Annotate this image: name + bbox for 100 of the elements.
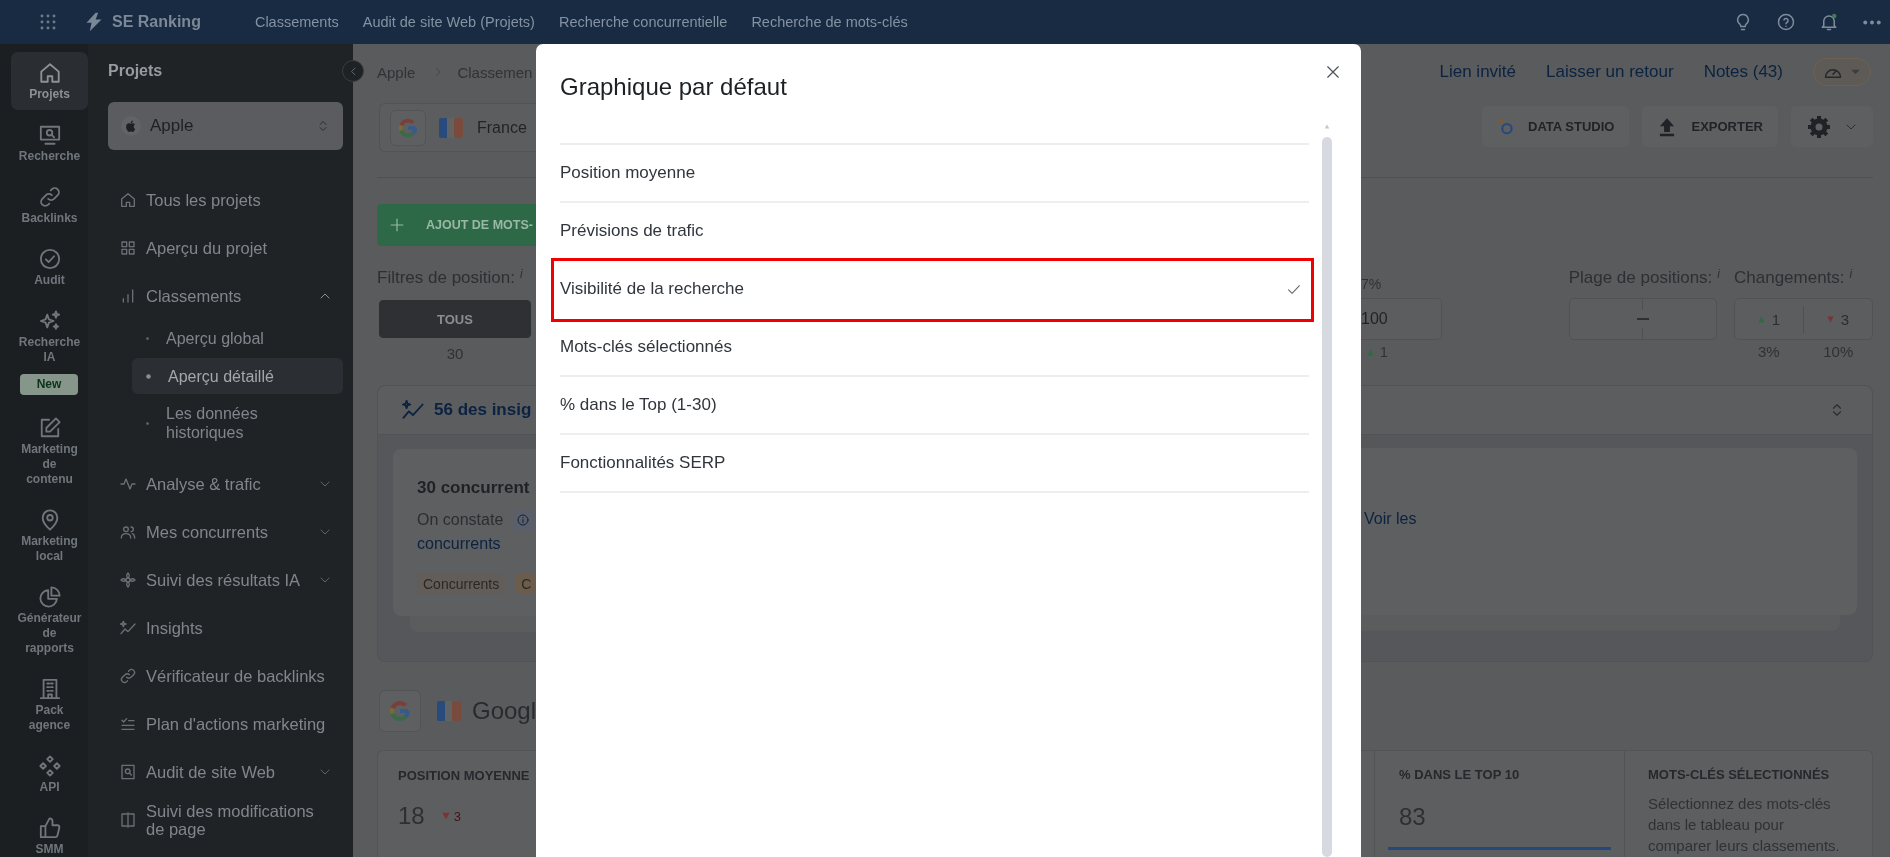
sidebar-title: Projets bbox=[108, 61, 163, 81]
lightbulb-icon[interactable] bbox=[1734, 13, 1752, 31]
bullet-icon bbox=[146, 373, 151, 379]
sidebar-item[interactable]: Classements bbox=[108, 272, 343, 320]
sidebar-subitem[interactable]: Les données historiques bbox=[132, 396, 343, 450]
building-icon bbox=[38, 678, 61, 700]
rail-item[interactable]: Projets bbox=[11, 52, 88, 110]
bullet-icon bbox=[146, 336, 149, 340]
sidebar-item[interactable]: Tous les projets bbox=[108, 176, 343, 224]
new-badge: New bbox=[20, 374, 78, 395]
pulse-icon bbox=[120, 476, 136, 492]
bullet-icon bbox=[146, 421, 149, 425]
sidebar-item[interactable]: Aperçu du projet bbox=[108, 224, 343, 272]
chart-option[interactable]: Fonctionnalités SERP bbox=[560, 435, 1309, 493]
sidebar-item[interactable]: Insights bbox=[108, 604, 343, 652]
chevron-left-icon bbox=[348, 66, 358, 76]
chart-option[interactable]: Position moyenne bbox=[560, 145, 1309, 203]
rail-item[interactable]: Marketing de contenu bbox=[11, 407, 88, 495]
nav-link[interactable]: Recherche de mots-clés bbox=[751, 14, 908, 30]
speed-menu-button[interactable] bbox=[1813, 58, 1871, 86]
nav-link[interactable]: Audit de site Web (Projets) bbox=[362, 14, 535, 30]
link-icon bbox=[120, 668, 136, 684]
header-link[interactable]: Laisser un retour bbox=[1546, 62, 1674, 82]
nav-link[interactable]: Classements bbox=[254, 14, 339, 30]
home-icon bbox=[120, 192, 136, 208]
sidebar-item[interactable]: Audit de site Web bbox=[108, 748, 343, 796]
sparkles-icon bbox=[38, 310, 61, 332]
toolbar-button[interactable]: DATA STUDIO bbox=[1482, 106, 1630, 147]
scrollbar[interactable] bbox=[1322, 137, 1332, 857]
info-icon bbox=[517, 514, 530, 526]
nav-link[interactable]: Recherche concurrentielle bbox=[558, 14, 728, 30]
home-icon bbox=[38, 62, 61, 84]
dialog-title: Graphique par défaut bbox=[560, 72, 787, 102]
search-page-icon bbox=[120, 764, 136, 780]
diamonds-icon bbox=[38, 755, 61, 777]
plus-icon bbox=[390, 218, 404, 232]
close-icon bbox=[1326, 65, 1340, 79]
expand-collapse-icon[interactable] bbox=[1830, 403, 1844, 417]
google-icon bbox=[390, 109, 426, 146]
flag-icon bbox=[439, 117, 463, 138]
rail-item[interactable]: Générateur de rapports bbox=[11, 576, 88, 664]
google-icon bbox=[379, 690, 421, 732]
rail-item[interactable]: Pack agence bbox=[11, 668, 88, 741]
pie-chart-icon bbox=[38, 586, 61, 608]
chart-option[interactable]: Mots-clés sélectionnés bbox=[560, 319, 1309, 377]
rail-item[interactable]: API bbox=[11, 745, 88, 803]
people-icon bbox=[120, 524, 136, 540]
metric-label: % DANS LE TOP 10 bbox=[1399, 767, 1520, 783]
header-link[interactable]: Notes (43) bbox=[1703, 62, 1783, 82]
help-icon[interactable] bbox=[1777, 13, 1795, 31]
brand-name: SE Ranking bbox=[112, 13, 201, 31]
check-circle-icon bbox=[38, 248, 61, 270]
split-page-icon bbox=[120, 812, 136, 828]
panel-title: 56 des insig bbox=[434, 400, 532, 420]
toolbar-button[interactable]: EXPORTER bbox=[1642, 106, 1778, 147]
sidebar-item[interactable]: Vérificateur de backlinks bbox=[108, 652, 343, 700]
chart-option[interactable]: % dans le Top (1-30) bbox=[560, 377, 1309, 435]
sidebar-subitem[interactable]: Aperçu global bbox=[132, 320, 343, 356]
rail-item[interactable]: Recherche bbox=[11, 114, 88, 172]
grid-icon bbox=[120, 240, 136, 256]
project-select[interactable]: Apple bbox=[108, 102, 343, 150]
sidebar-subitem[interactable]: Aperçu détaillé bbox=[132, 358, 343, 394]
sidebar-item[interactable]: Analyse & trafic bbox=[108, 460, 343, 508]
card-link[interactable]: Voir les bbox=[1364, 508, 1417, 530]
gear-icon bbox=[1807, 114, 1831, 139]
apple-logo-icon bbox=[121, 116, 141, 136]
bell-icon[interactable] bbox=[1820, 13, 1838, 31]
rail-item[interactable]: SMM bbox=[11, 807, 88, 857]
sidebar-item[interactable]: Suivi des résultats IA bbox=[108, 556, 343, 604]
settings-button[interactable] bbox=[1791, 106, 1873, 147]
flag-icon bbox=[437, 700, 461, 722]
sidebar-item[interactable]: Plan d'actions marketing bbox=[108, 700, 343, 748]
sidebar-item[interactable]: Suivi des modifications de page bbox=[108, 796, 343, 844]
header-link[interactable]: Lien invité bbox=[1439, 62, 1517, 82]
position-range-field[interactable] bbox=[1568, 298, 1717, 340]
scroll-up-arrow-icon[interactable] bbox=[1323, 124, 1331, 129]
chart-option[interactable]: Visibilité de la recherche bbox=[560, 261, 1309, 319]
filter-tab[interactable]: 100 bbox=[1361, 298, 1442, 340]
metric-label: MOTS-CLÉS SÉLECTIONNÉS bbox=[1648, 767, 1830, 783]
add-keywords-button[interactable]: AJOUT DE MOTS- bbox=[377, 204, 536, 246]
apps-grid-icon[interactable] bbox=[40, 14, 56, 30]
chart-option[interactable]: Prévisions de trafic bbox=[560, 203, 1309, 261]
trend-icon bbox=[120, 620, 136, 636]
rail-item[interactable]: Recherche IA bbox=[11, 300, 88, 373]
card-link[interactable]: concurrents bbox=[417, 533, 501, 555]
rail-item[interactable]: Backlinks bbox=[11, 176, 88, 234]
more-icon[interactable] bbox=[1863, 19, 1881, 25]
filter-tab[interactable]: TOUS bbox=[379, 300, 531, 338]
card-title: 30 concurrent bbox=[417, 477, 530, 499]
search-engine-select[interactable]: France bbox=[379, 103, 536, 152]
monitor-search-icon bbox=[38, 124, 61, 146]
rail-item[interactable]: Marketing local bbox=[11, 499, 88, 572]
sidebar-item[interactable]: Mes concurrents bbox=[108, 508, 343, 556]
link-icon bbox=[38, 186, 61, 208]
collapse-button[interactable] bbox=[342, 60, 364, 82]
change-value: 3 bbox=[453, 808, 461, 824]
caret-down-icon bbox=[1851, 69, 1860, 75]
rail-item[interactable]: Audit bbox=[11, 238, 88, 296]
bar-chart-icon bbox=[120, 288, 136, 304]
flower-icon bbox=[120, 572, 136, 588]
